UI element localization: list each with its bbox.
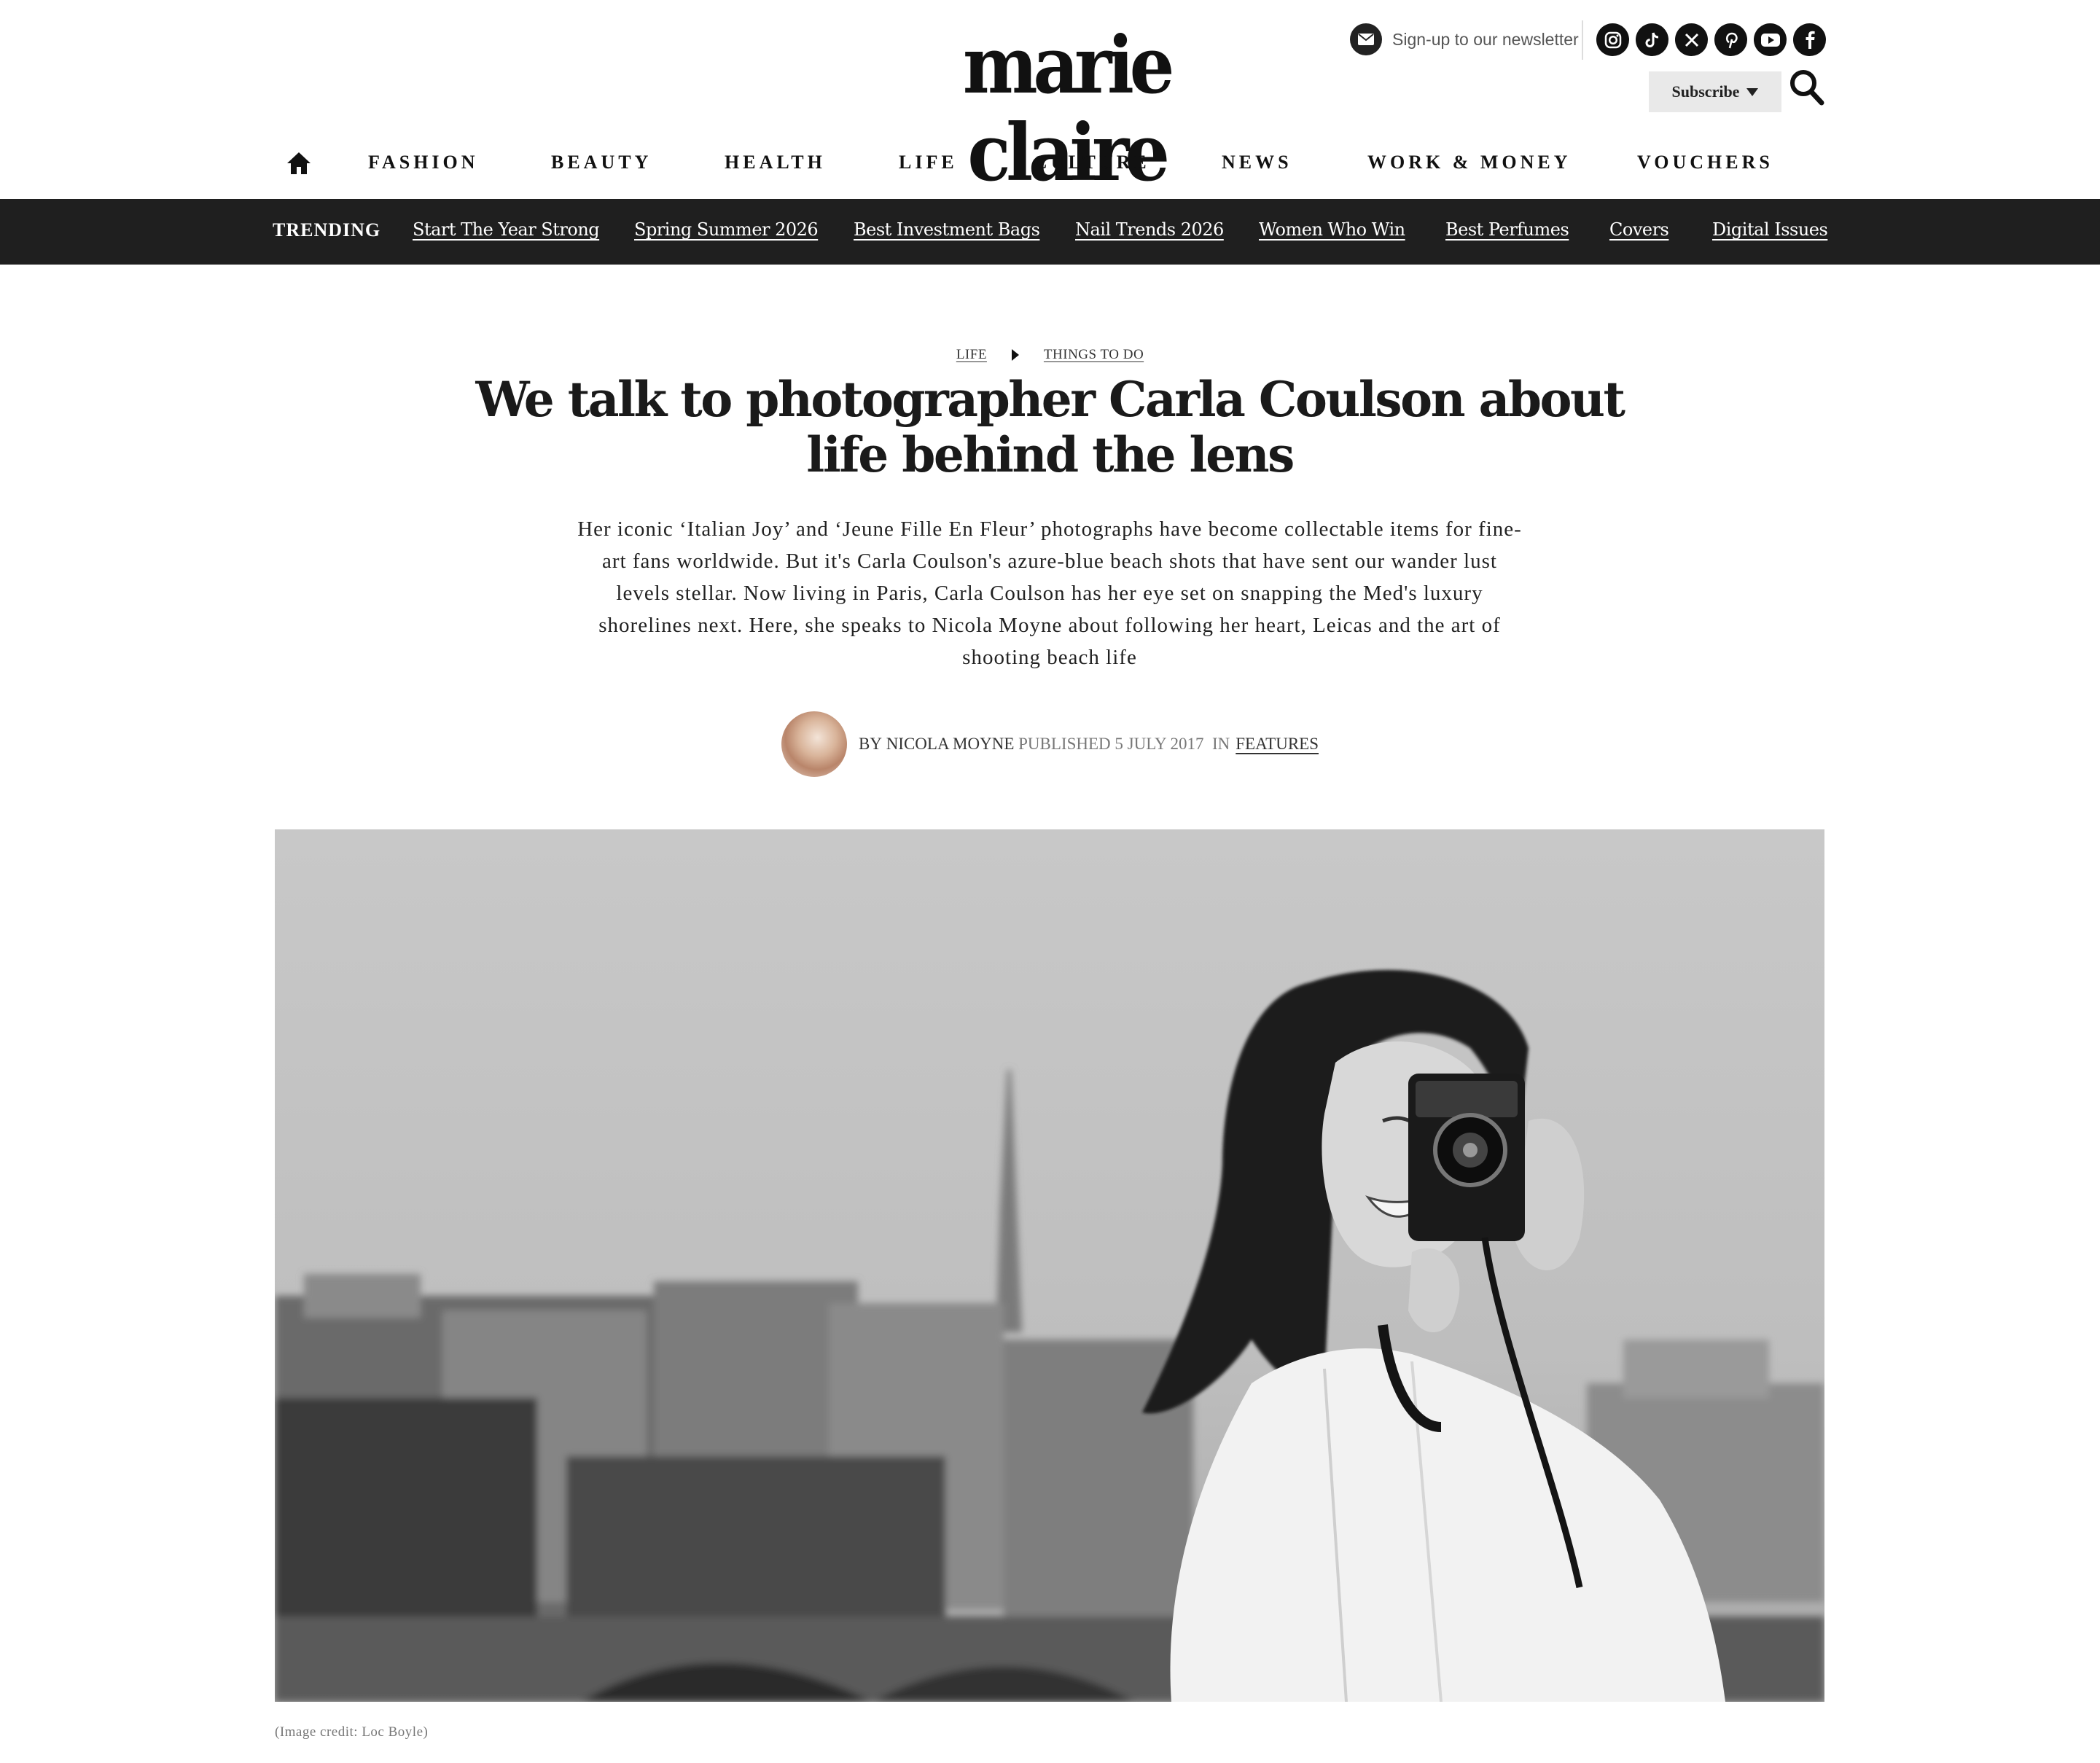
article-byline: BY NICOLA MOYNE PUBLISHED 5 JULY 2017 IN… — [0, 711, 2100, 777]
byline-prefix: BY — [858, 735, 882, 753]
youtube-icon[interactable] — [1754, 23, 1787, 56]
site-header: marie claire Sign-up to our newsletter S… — [0, 0, 2100, 197]
trending-link[interactable]: Start The Year Strong — [413, 219, 600, 240]
published-prefix: PUBLISHED — [1018, 735, 1111, 753]
breadcrumb-item-life[interactable]: LIFE — [956, 347, 987, 363]
trending-link[interactable]: Best Perfumes — [1445, 219, 1569, 240]
main-navigation: FASHION BEAUTY HEALTH LIFE CULTURE NEWS … — [0, 138, 2100, 197]
breadcrumb-item-things-to-do[interactable]: THINGS TO DO — [1044, 347, 1144, 363]
instagram-icon[interactable] — [1596, 23, 1629, 56]
nav-item-fashion[interactable]: FASHION — [368, 152, 479, 173]
author-name[interactable]: NICOLA MOYNE — [886, 735, 1015, 754]
trending-link[interactable]: Covers — [1609, 219, 1669, 240]
chevron-right-icon — [1011, 349, 1019, 361]
author-avatar[interactable] — [781, 711, 847, 777]
nav-item-life[interactable]: LIFE — [899, 152, 958, 173]
search-icon[interactable] — [1789, 69, 1825, 106]
subscribe-label: Subscribe — [1671, 82, 1740, 101]
hero-image — [275, 829, 1824, 1702]
trending-link[interactable]: Best Investment Bags — [854, 219, 1040, 240]
trending-link[interactable]: Spring Summer 2026 — [634, 219, 819, 240]
nav-item-beauty[interactable]: BEAUTY — [551, 152, 652, 173]
category-link[interactable]: FEATURES — [1236, 735, 1319, 754]
in-prefix: IN — [1211, 735, 1230, 753]
pinterest-icon[interactable] — [1714, 23, 1747, 56]
trending-link[interactable]: Digital Issues — [1712, 219, 1828, 240]
nav-item-vouchers[interactable]: VOUCHERS — [1637, 152, 1773, 173]
newsletter-signup[interactable]: Sign-up to our newsletter — [1350, 23, 1579, 55]
home-icon[interactable] — [286, 150, 312, 176]
mail-icon — [1350, 23, 1382, 55]
tiktok-icon[interactable] — [1636, 23, 1668, 56]
nav-item-work-money[interactable]: WORK & MONEY — [1367, 152, 1572, 173]
trending-bar: TRENDING Start The Year Strong Spring Su… — [0, 199, 2100, 265]
newsletter-label: Sign-up to our newsletter — [1392, 29, 1579, 49]
subscribe-button[interactable]: Subscribe — [1649, 71, 1781, 112]
published-date: 5 JULY 2017 — [1115, 735, 1204, 753]
facebook-icon[interactable] — [1793, 23, 1826, 56]
nav-item-health[interactable]: HEALTH — [725, 152, 826, 173]
trending-link[interactable]: Nail Trends 2026 — [1075, 219, 1224, 240]
nav-item-news[interactable]: NEWS — [1222, 152, 1292, 173]
header-divider — [1582, 20, 1583, 60]
article-standfirst: Her iconic ‘Italian Joy’ and ‘Jeune Fill… — [577, 517, 1522, 669]
x-icon[interactable] — [1675, 23, 1708, 56]
breadcrumb: LIFE THINGS TO DO — [0, 347, 2100, 363]
nav-item-culture[interactable]: CULTURE — [1034, 152, 1150, 173]
social-links — [1596, 23, 1826, 56]
image-caption: (Image credit: Loc Boyle) — [275, 1724, 429, 1740]
trending-link[interactable]: Women Who Win — [1259, 219, 1405, 240]
article-title: We talk to photographer Carla Coulson ab… — [475, 371, 1625, 483]
trending-label: TRENDING — [273, 219, 381, 241]
chevron-down-icon — [1746, 87, 1759, 96]
